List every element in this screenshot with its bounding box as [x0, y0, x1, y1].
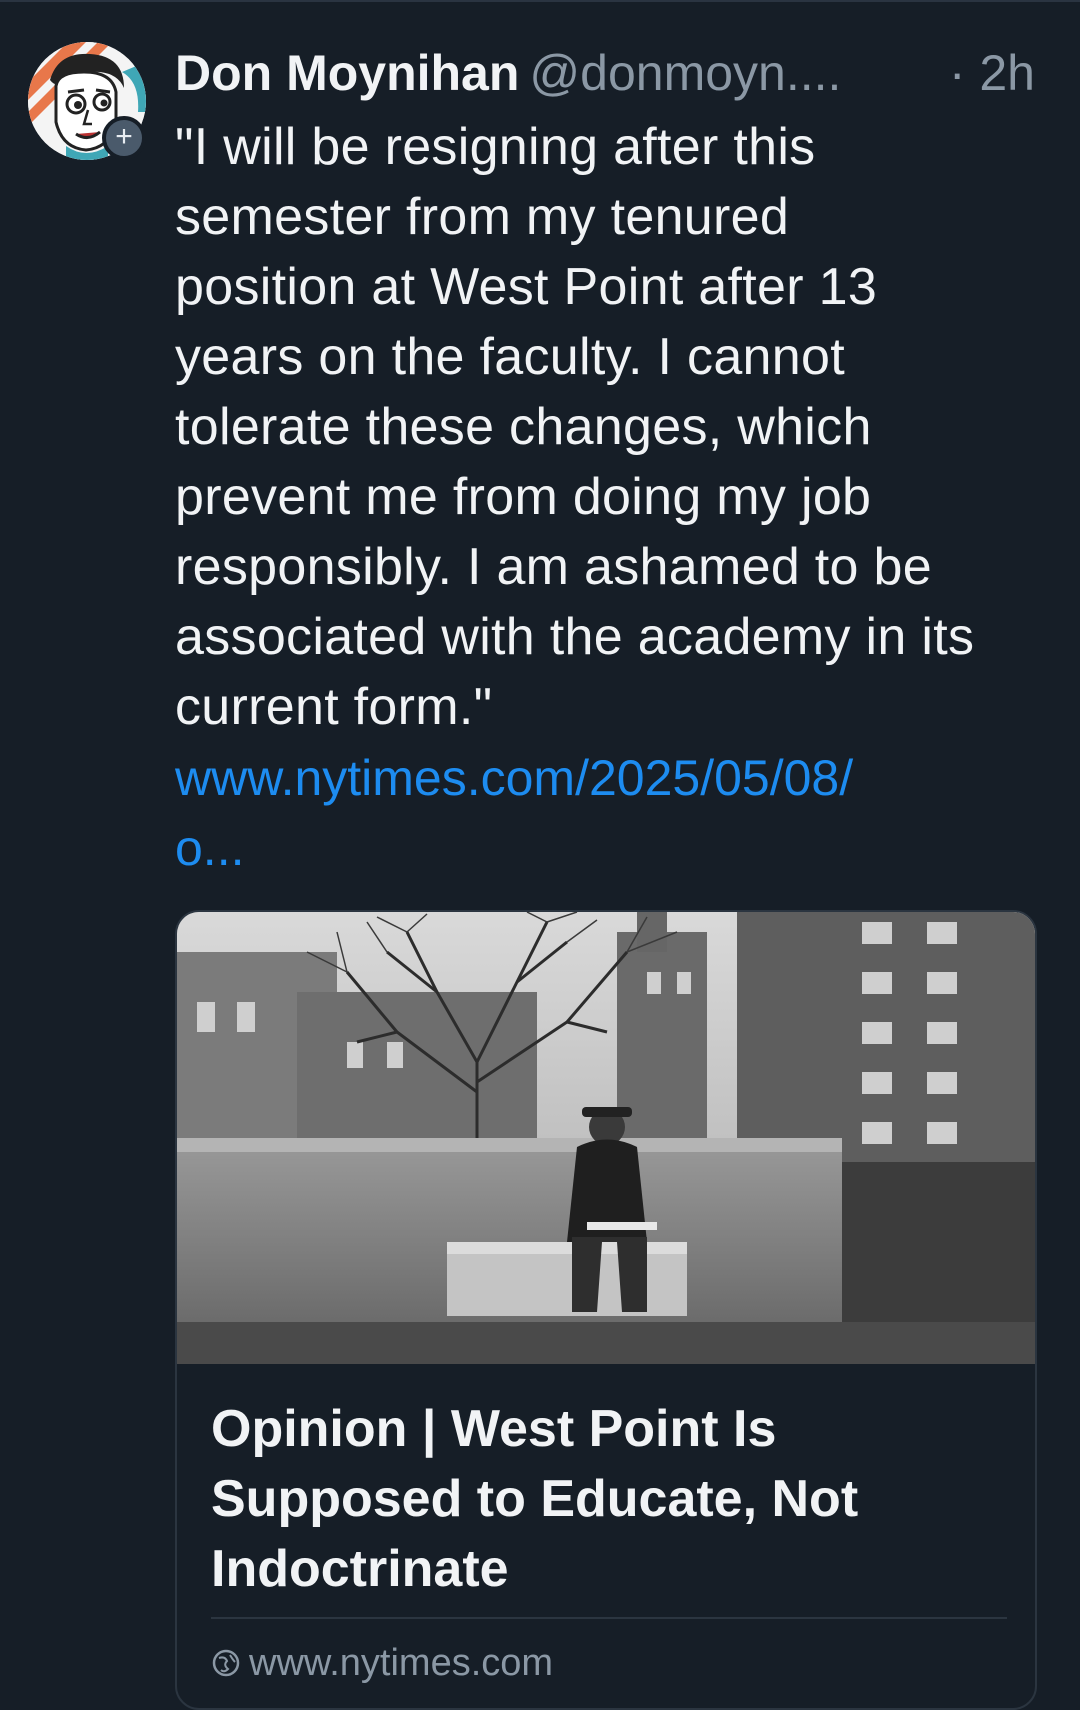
post-text-line: position at West Point after 13: [175, 258, 878, 316]
article-domain-text: www.nytimes.com: [249, 1642, 554, 1684]
follow-button[interactable]: +: [102, 116, 146, 160]
post-text-line: "I will be resigning after this: [175, 118, 816, 176]
card-divider: [211, 1617, 1007, 1619]
article-domain: www.nytimes.com: [211, 1638, 553, 1688]
post-text-line: tolerate these changes, which: [175, 398, 872, 456]
post-text-line: prevent me from doing my job: [175, 468, 872, 526]
post-header: Don Moynihan @donmoyn.... · 2h: [175, 40, 1055, 106]
author-handle[interactable]: @donmoyn....: [529, 45, 841, 101]
post-link[interactable]: www.nytimes.com/2025/05/08/ o...: [175, 743, 1055, 883]
avatar-container: +: [28, 42, 146, 160]
article-title: Opinion | West Point Is Supposed to Educ…: [211, 1394, 1011, 1604]
post-text: "I will be resigning after this semester…: [175, 112, 1055, 742]
post-text-line: responsibly. I am ashamed to be: [175, 538, 932, 596]
post-text-line: associated with the academy in its: [175, 608, 975, 666]
author-name[interactable]: Don Moynihan: [175, 45, 519, 101]
post-text-line: semester from my tenured: [175, 188, 790, 246]
globe-icon: [212, 1649, 240, 1677]
article-title-line: Supposed to Educate, Not: [211, 1470, 859, 1528]
article-title-line: Opinion | West Point Is: [211, 1400, 777, 1458]
top-divider: [0, 0, 1080, 2]
post-link-line: o...: [175, 820, 245, 876]
post-text-line: years on the faculty. I cannot: [175, 328, 845, 386]
post-text-line: current form.": [175, 678, 493, 736]
post-link-line: www.nytimes.com/2025/05/08/: [175, 750, 854, 806]
article-thumbnail-image: [177, 912, 1035, 1364]
article-title-line: Indoctrinate: [211, 1540, 509, 1598]
link-preview-card[interactable]: Opinion | West Point Is Supposed to Educ…: [175, 910, 1037, 1710]
plus-icon: +: [115, 120, 133, 153]
post-timestamp[interactable]: · 2h: [949, 40, 1035, 106]
